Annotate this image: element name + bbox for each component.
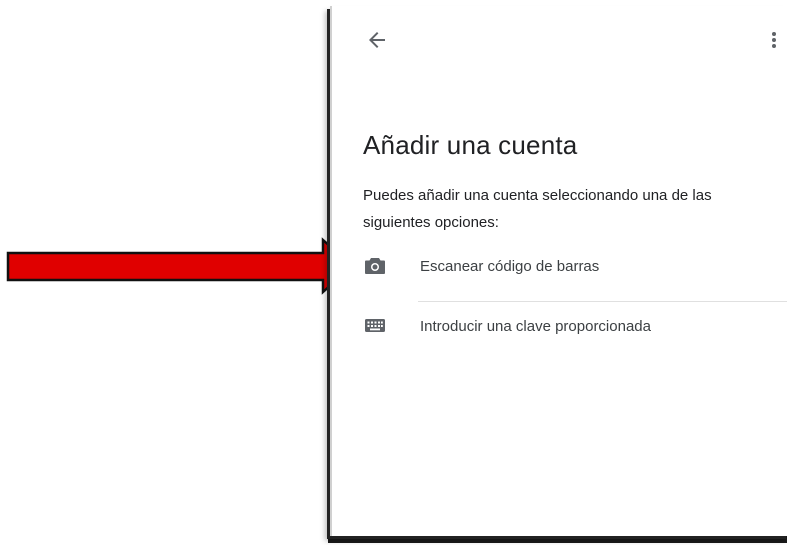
keyboard-icon [364,316,386,336]
scan-barcode-label: Escanear código de barras [420,258,600,275]
camera-icon [364,256,386,276]
enter-key-label: Introducir una clave proporcionada [420,318,651,335]
device-bottom-edge [328,535,787,543]
scan-barcode-option[interactable]: Escanear código de barras [332,242,787,294]
more-vertical-icon[interactable] [769,28,779,52]
page-subtitle: Puedes añadir una cuenta seleccionando u… [363,187,712,231]
app-screen: Añadir una cuenta Puedes añadir una cuen… [330,6,787,536]
page-title: Añadir una cuenta [363,130,578,160]
enter-key-option[interactable]: Introducir una clave proporcionada [332,302,787,354]
arrow-left-icon[interactable] [365,28,389,52]
